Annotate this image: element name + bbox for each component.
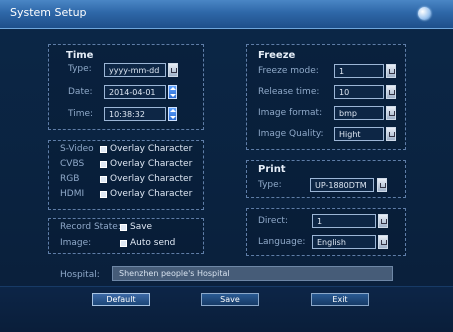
overlay-text-rgb: Overlay Character [110,174,193,184]
language-select[interactable]: English [312,235,376,249]
auto-send-label: Auto send [130,238,176,248]
time-spinner-icon[interactable] [168,107,177,121]
release-time-select[interactable]: 10 [334,85,384,99]
chevron-down-icon[interactable] [378,235,388,249]
release-time-label: Release time: [258,87,320,97]
overlay-text-svideo: Overlay Character [110,144,193,154]
close-icon[interactable] [418,7,431,20]
overlay-text-cvbs: Overlay Character [110,159,193,169]
overlay-label-svideo: S-Video [60,144,94,154]
overlay-checkbox-svideo[interactable] [100,146,107,153]
image-format-label: Image format: [258,108,323,118]
date-label: Date: [68,87,93,97]
print-type-label: Type: [258,180,282,190]
exit-button[interactable]: Exit [311,293,369,306]
image-label: Image: [60,238,92,248]
print-title: Print [258,164,286,175]
chevron-down-icon[interactable] [168,63,178,77]
hospital-label: Hospital: [60,270,100,280]
freeze-title: Freeze [258,50,296,61]
save-checkbox[interactable] [120,224,127,231]
chevron-down-icon[interactable] [386,85,396,99]
direct-select[interactable]: 1 [312,214,376,228]
time-title: Time [66,50,94,61]
overlay-checkbox-hdmi[interactable] [100,191,107,198]
time-field[interactable]: 10:38:32 [104,107,166,121]
time-type-label: Type: [68,64,92,74]
overlay-checkbox-rgb[interactable] [100,176,107,183]
direct-label: Direct: [258,216,288,226]
system-setup-window: System Setup Time Type: yyyy-mm-dd Date:… [0,0,453,332]
freeze-mode-select[interactable]: 1 [334,64,384,78]
hospital-input[interactable]: Shenzhen people's Hospital [112,266,393,281]
language-label: Language: [258,237,306,247]
image-quality-select[interactable]: Hight [334,127,384,141]
record-state-label: Record State: [60,222,121,232]
overlay-label-cvbs: CVBS [60,159,85,169]
image-quality-label: Image Quality: [258,129,324,139]
title-bar: System Setup [0,0,453,29]
freeze-mode-label: Freeze mode: [258,66,319,76]
time-label: Time: [68,109,94,119]
overlay-label-rgb: RGB [60,174,80,184]
save-checkbox-label: Save [130,222,153,232]
chevron-down-icon[interactable] [386,127,396,141]
overlay-checkbox-cvbs[interactable] [100,161,107,168]
chevron-down-icon[interactable] [377,178,387,192]
date-field[interactable]: 2014-04-01 [104,85,166,99]
save-button[interactable]: Save [201,293,259,306]
print-type-select[interactable]: UP-1880DTM [310,178,374,192]
overlay-text-hdmi: Overlay Character [110,189,193,199]
image-format-select[interactable]: bmp [334,106,384,120]
default-button[interactable]: Default [92,293,150,306]
date-type-select[interactable]: yyyy-mm-dd [104,63,166,77]
chevron-down-icon[interactable] [386,64,396,78]
auto-send-checkbox[interactable] [120,240,127,247]
date-spinner-icon[interactable] [168,85,177,99]
overlay-label-hdmi: HDMI [60,189,85,199]
chevron-down-icon[interactable] [386,106,396,120]
chevron-down-icon[interactable] [378,214,388,228]
window-title: System Setup [10,6,87,19]
